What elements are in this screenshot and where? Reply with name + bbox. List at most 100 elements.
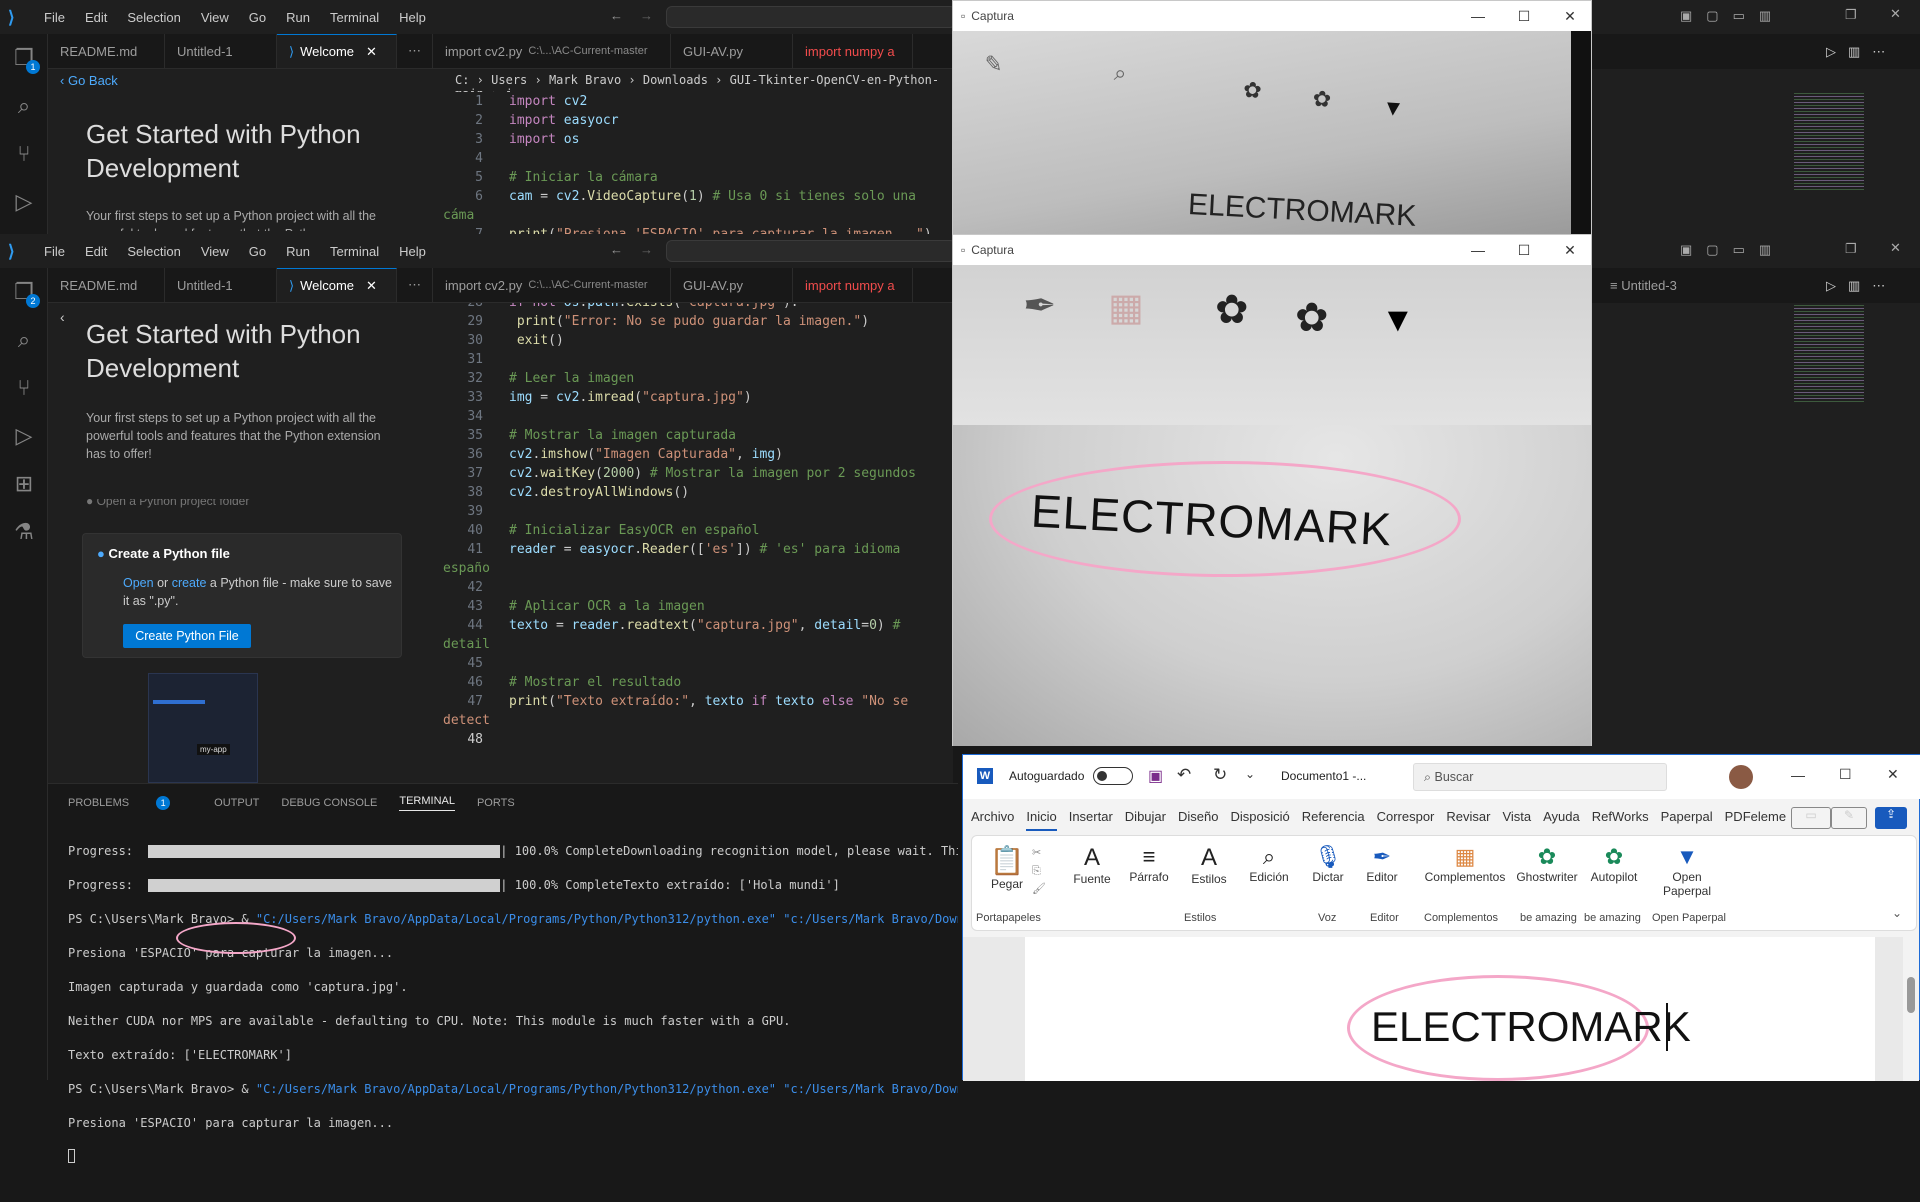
breadcrumb-item[interactable]: Mark Bravo: [549, 73, 621, 87]
breadcrumb-item[interactable]: Users: [491, 73, 527, 87]
tab-untitled-1[interactable]: Untitled-1: [165, 268, 277, 302]
close-icon[interactable]: ✕: [1547, 235, 1593, 265]
command-center[interactable]: [666, 240, 956, 262]
ribbon-tab[interactable]: RefWorks: [1592, 809, 1649, 831]
breadcrumb-item[interactable]: C:: [455, 73, 469, 87]
autosave-toggle[interactable]: [1093, 767, 1133, 785]
ribbon-tab[interactable]: Insertar: [1069, 809, 1113, 831]
editor-button[interactable]: ✒ Editor: [1360, 844, 1404, 884]
menu-run[interactable]: Run: [286, 10, 310, 25]
scrollbar-thumb[interactable]: [1907, 977, 1915, 1013]
tab-readme[interactable]: README.md: [48, 268, 165, 302]
explorer-icon[interactable]: ❐ 2: [0, 268, 48, 316]
tab-untitled-3[interactable]: ≡ Untitled-3: [1610, 278, 1677, 293]
minimize-icon[interactable]: —: [1455, 1, 1501, 31]
autopilot-button[interactable]: ✿ Autopilot: [1584, 844, 1644, 884]
command-center[interactable]: [666, 6, 956, 28]
undo-icon[interactable]: ↶: [1177, 765, 1191, 785]
back-arrow-icon[interactable]: ←: [610, 8, 623, 23]
run-split-more-icons[interactable]: ▷▥⋯: [1826, 278, 1897, 294]
tab-import-numpy[interactable]: import numpy a: [793, 268, 913, 302]
breadcrumb-item[interactable]: Downloads: [643, 73, 708, 87]
editing-mode-icon[interactable]: ✎: [1831, 807, 1867, 829]
ribbon-tab[interactable]: Ayuda: [1543, 809, 1580, 831]
menu-file[interactable]: File: [44, 244, 65, 259]
menu-run[interactable]: Run: [286, 244, 310, 259]
maximize-icon[interactable]: ☐: [1839, 766, 1852, 783]
panel-tab-ports[interactable]: PORTS: [477, 797, 515, 809]
menu-terminal[interactable]: Terminal: [330, 10, 379, 25]
open-paperpal-button[interactable]: ▼ Open Paperpal: [1652, 844, 1722, 898]
redo-icon[interactable]: ↻: [1213, 765, 1227, 785]
menu-help[interactable]: Help: [399, 244, 426, 259]
menu-file[interactable]: File: [44, 10, 65, 25]
addins-button[interactable]: ▦ Complementos: [1420, 844, 1510, 884]
create-link[interactable]: create: [172, 576, 207, 590]
panel-tab-debug-console[interactable]: DEBUG CONSOLE: [281, 797, 377, 809]
tab-gui-av[interactable]: GUI-AV.py: [671, 34, 793, 68]
minimize-icon[interactable]: —: [1791, 767, 1805, 783]
source-control-icon[interactable]: ⑂: [0, 130, 48, 178]
more-tabs-icon[interactable]: ⋯: [397, 268, 433, 302]
close-icon[interactable]: ✕: [1890, 240, 1901, 256]
tab-import-numpy[interactable]: import numpy a: [793, 34, 913, 68]
ribbon-tab[interactable]: Revisar: [1446, 809, 1490, 831]
open-link[interactable]: Open: [123, 576, 154, 590]
panel-tab-problems[interactable]: PROBLEMS 1: [68, 796, 192, 810]
close-tab-icon[interactable]: ✕: [366, 44, 377, 60]
document-page[interactable]: ELECTROMARK: [1025, 937, 1875, 1081]
run-debug-icon[interactable]: ▷: [0, 412, 48, 460]
font-button[interactable]: A Fuente: [1068, 844, 1116, 886]
ribbon-tab-active[interactable]: Inicio: [1026, 809, 1057, 831]
customize-qat-icon[interactable]: ⌄: [1245, 767, 1255, 781]
menu-go[interactable]: Go: [249, 10, 266, 25]
go-back-icon[interactable]: ‹: [60, 309, 65, 325]
vertical-scrollbar[interactable]: [1903, 937, 1919, 1081]
layout-icons[interactable]: ▣▢▭▥: [1680, 242, 1785, 258]
menu-view[interactable]: View: [201, 244, 229, 259]
maximize-icon[interactable]: ☐: [1501, 1, 1547, 31]
close-icon[interactable]: ✕: [1890, 6, 1901, 22]
run-debug-icon[interactable]: ▷: [0, 178, 48, 226]
tab-welcome[interactable]: ⟩ Welcome ✕: [277, 268, 397, 302]
comments-icon[interactable]: ▭: [1791, 807, 1831, 829]
ribbon-tab[interactable]: Dibujar: [1125, 809, 1166, 831]
styles-button[interactable]: A Estilos: [1184, 844, 1234, 886]
open-folder-step[interactable]: ● Open a Python project folder: [86, 499, 376, 511]
document-title[interactable]: Documento1 -...: [1281, 769, 1366, 783]
dictate-button[interactable]: 🎙 Dictar: [1306, 844, 1350, 884]
search-box[interactable]: ⌕ Buscar: [1413, 763, 1667, 791]
collapse-ribbon-icon[interactable]: ⌄: [1892, 906, 1902, 920]
forward-arrow-icon[interactable]: →: [640, 242, 653, 257]
minimize-icon[interactable]: —: [1455, 235, 1501, 265]
search-icon[interactable]: ⌕: [0, 316, 48, 364]
menu-selection[interactable]: Selection: [127, 244, 180, 259]
forward-arrow-icon[interactable]: →: [640, 8, 653, 23]
editing-button[interactable]: ⌕ Edición: [1244, 844, 1294, 884]
tab-untitled-1[interactable]: Untitled-1: [165, 34, 277, 68]
ribbon-tab[interactable]: Archivo: [971, 809, 1014, 831]
avatar[interactable]: [1729, 765, 1753, 789]
ribbon-tab[interactable]: Disposició: [1230, 809, 1289, 831]
panel-tab-output[interactable]: OUTPUT: [214, 797, 259, 809]
menu-selection[interactable]: Selection: [127, 10, 180, 25]
create-python-file-button[interactable]: Create Python File: [123, 624, 251, 648]
layout-icons[interactable]: ▣▢▭▥: [1680, 8, 1785, 24]
back-arrow-icon[interactable]: ←: [610, 242, 623, 257]
tab-gui-av[interactable]: GUI-AV.py: [671, 268, 793, 302]
search-icon[interactable]: ⌕: [0, 82, 48, 130]
ribbon-tab[interactable]: Referencia: [1302, 809, 1365, 831]
testing-icon[interactable]: ⚗: [0, 508, 48, 556]
menu-edit[interactable]: Edit: [85, 244, 107, 259]
ribbon-tab[interactable]: Correspor: [1377, 809, 1435, 831]
share-icon[interactable]: ⇪: [1875, 807, 1907, 829]
maximize-icon[interactable]: ☐: [1501, 235, 1547, 265]
tab-import-cv2[interactable]: import cv2.py C:\...\AC-Current-master: [433, 34, 671, 68]
restore-icon[interactable]: ❐: [1845, 241, 1857, 257]
extensions-icon[interactable]: ⊞: [0, 460, 48, 508]
tab-readme[interactable]: README.md: [48, 34, 165, 68]
ribbon-tab[interactable]: Vista: [1502, 809, 1531, 831]
close-icon[interactable]: ✕: [1887, 766, 1899, 783]
tab-import-cv2[interactable]: import cv2.py C:\...\AC-Current-master: [433, 268, 671, 302]
ribbon-tab[interactable]: Paperpal: [1661, 809, 1713, 831]
